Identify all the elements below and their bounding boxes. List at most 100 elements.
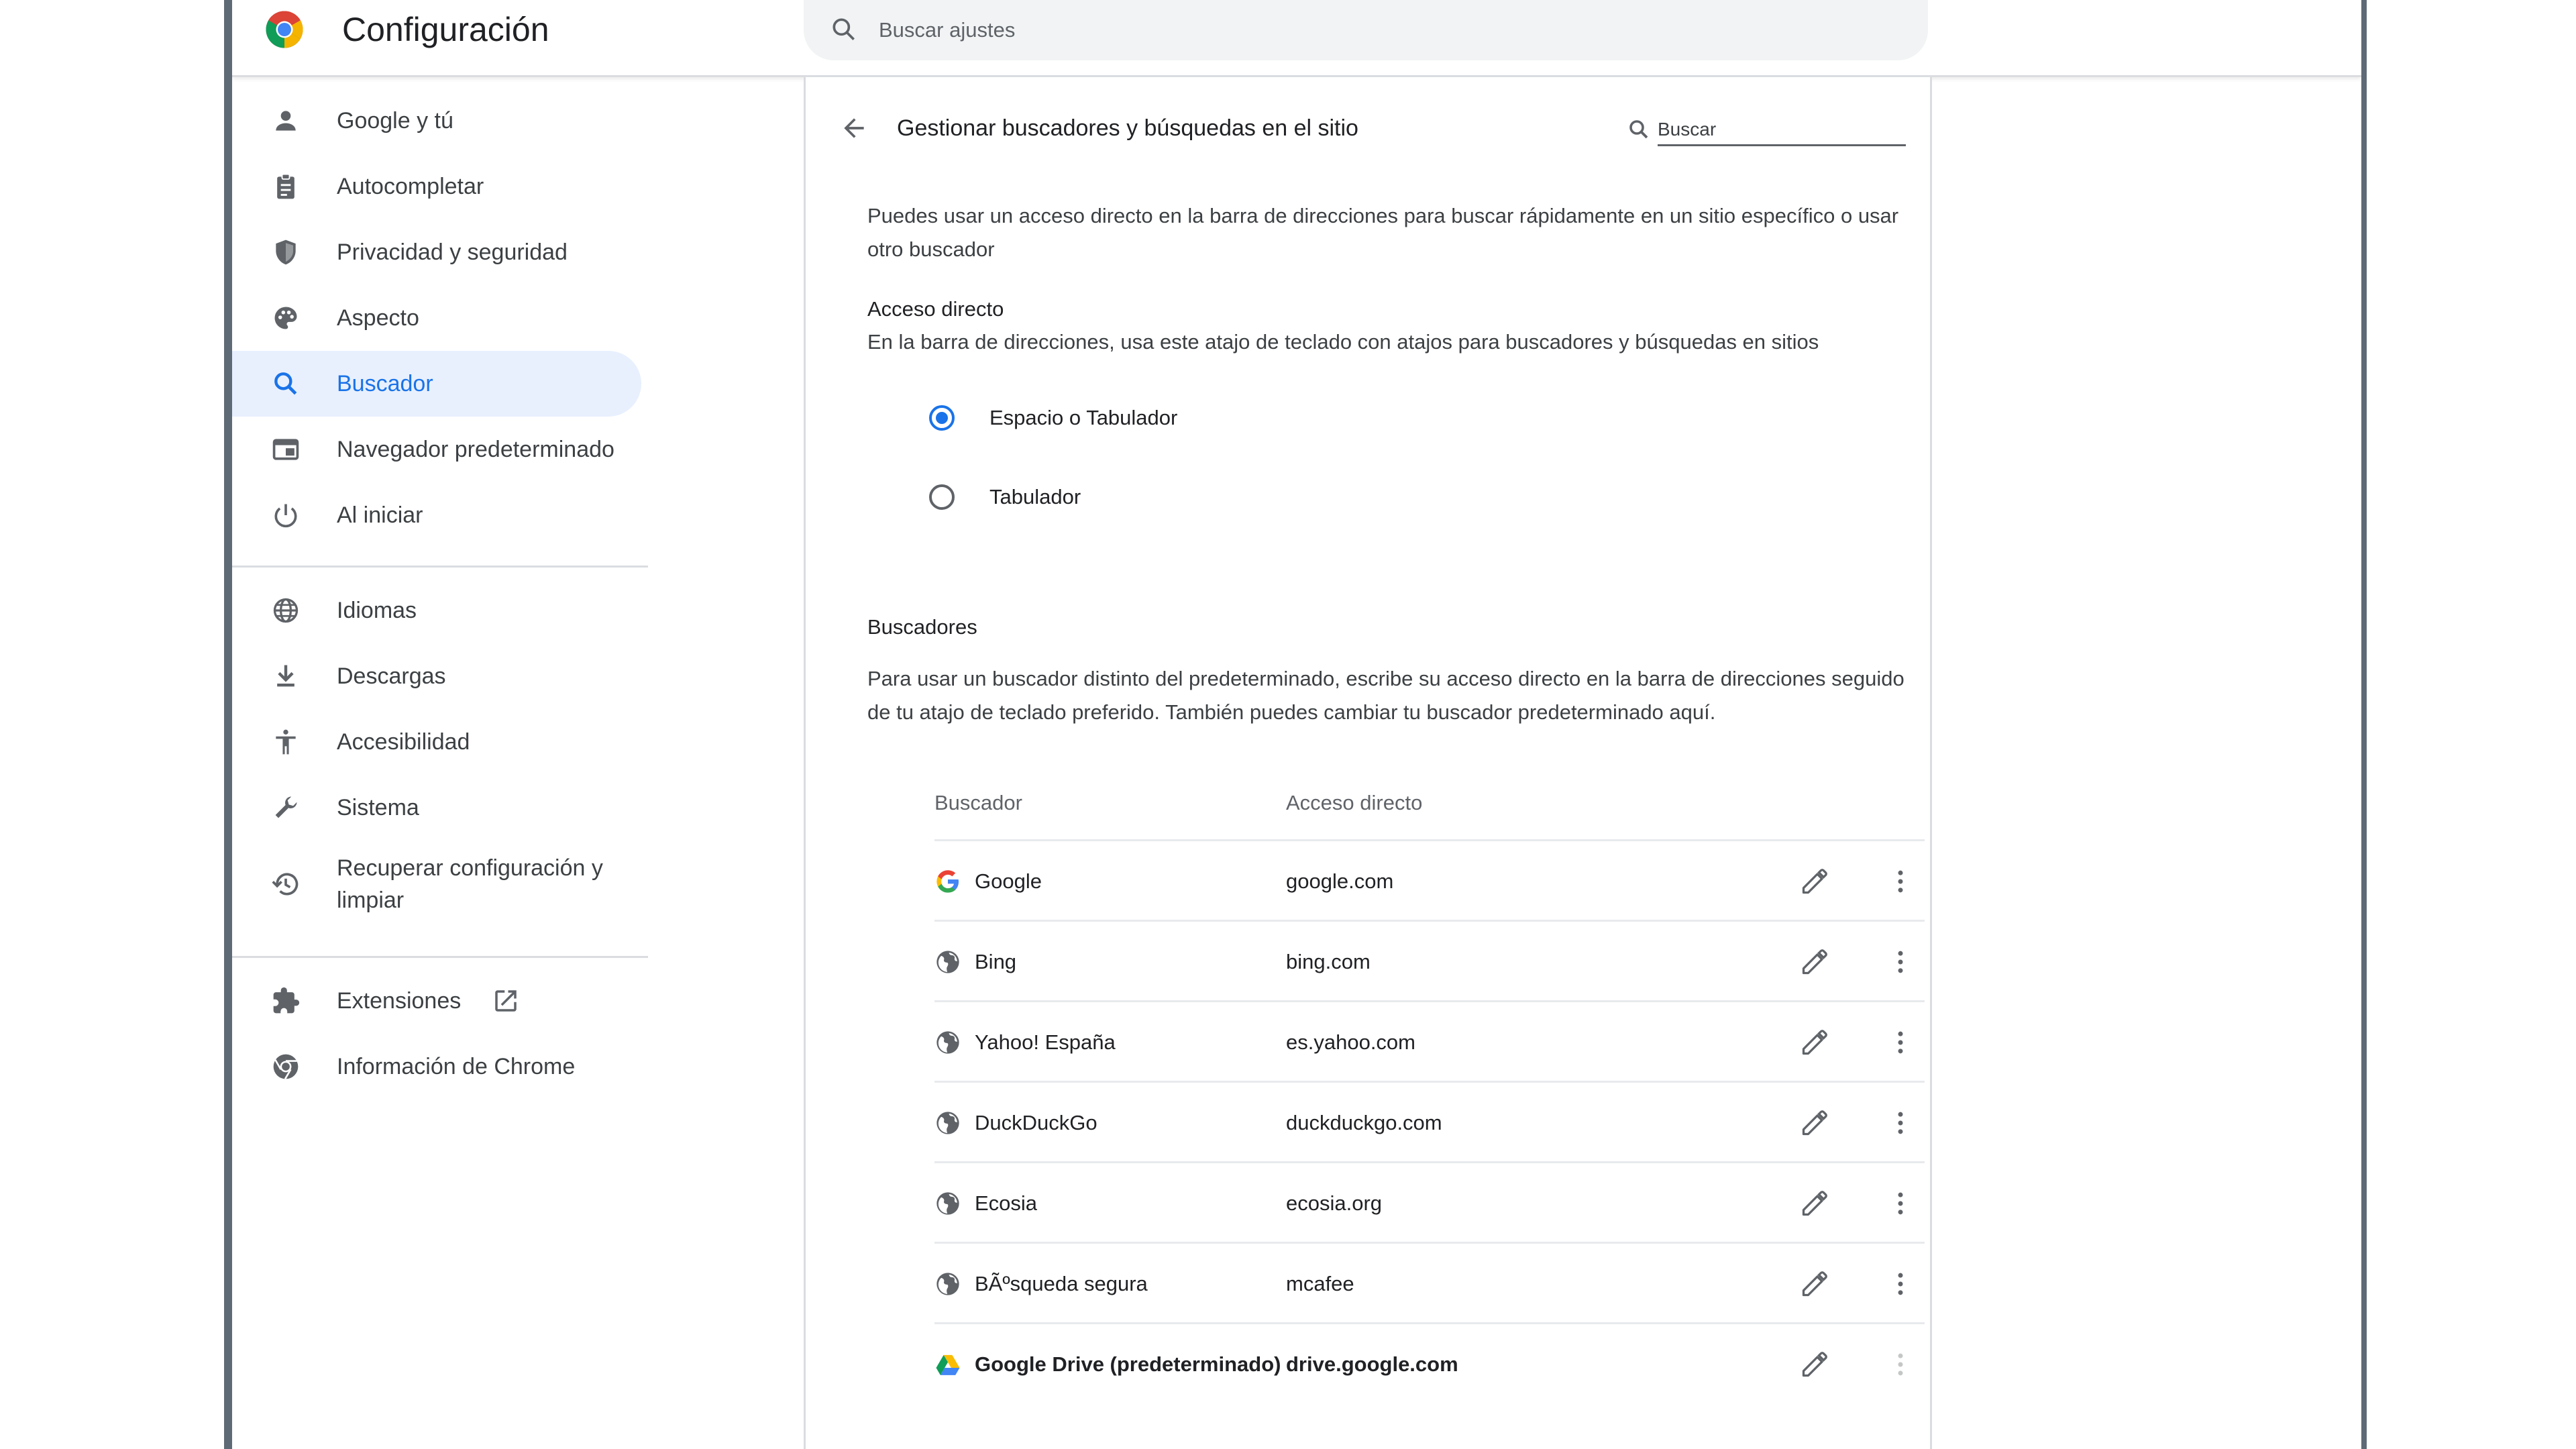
sidebar: Google y tú Autocompletar Privacidad y s… (232, 77, 648, 1449)
edit-button[interactable] (1796, 863, 1833, 900)
shortcut-description: En la barra de direcciones, usa este ata… (867, 330, 1819, 354)
sidebar-item-descargas[interactable]: Descargas (232, 643, 641, 709)
google-drive-icon (936, 1354, 960, 1375)
sidebar-item-label: Recuperar configuración y limpiar (337, 855, 603, 913)
more-options-button-disabled (1882, 1346, 1919, 1383)
table-row: Ecosia ecosia.org (934, 1161, 1925, 1244)
pencil-icon (1802, 1352, 1827, 1377)
sidebar-item-label: Privacidad y seguridad (337, 239, 568, 265)
more-vert-icon (1898, 1031, 1903, 1054)
restore-icon (270, 868, 302, 900)
sidebar-item-privacidad[interactable]: Privacidad y seguridad (232, 219, 641, 285)
sidebar-item-label: Descargas (337, 663, 446, 689)
sidebar-item-label: Navegador predeterminado (337, 437, 614, 462)
sidebar-item-sistema[interactable]: Sistema (232, 775, 641, 841)
subpage-search[interactable] (1627, 104, 1909, 154)
shortcut-title: Acceso directo (867, 297, 1004, 321)
sidebar-item-buscador[interactable]: Buscador (232, 351, 641, 417)
edit-button[interactable] (1796, 1185, 1833, 1222)
subpage-search-input[interactable] (1658, 115, 1906, 146)
search-icon (270, 368, 302, 400)
power-icon (270, 499, 302, 531)
table-row: BÃºsqueda segura mcafee (934, 1242, 1925, 1324)
radio-button-unchecked[interactable] (929, 484, 955, 510)
more-options-button[interactable] (1882, 1104, 1919, 1142)
sidebar-item-label: Información de Chrome (337, 1054, 576, 1079)
pencil-icon (1802, 949, 1827, 975)
edit-button[interactable] (1796, 943, 1833, 981)
sidebar-item-aspecto[interactable]: Aspecto (232, 285, 641, 351)
table-row: Google google.com (934, 839, 1925, 922)
edit-button[interactable] (1796, 1265, 1833, 1303)
more-options-button[interactable] (1882, 943, 1919, 981)
engine-name: Ecosia (975, 1191, 1038, 1215)
shield-icon (270, 236, 302, 268)
table-row-default: Google Drive (predeterminado) drive.goog… (934, 1322, 1925, 1405)
sidebar-item-accesibilidad[interactable]: Accesibilidad (232, 709, 641, 775)
engine-name: DuckDuckGo (975, 1111, 1097, 1134)
sidebar-item-idiomas[interactable]: Idiomas (232, 578, 641, 643)
sidebar-item-recuperar[interactable]: Recuperar configuración y limpiar (232, 841, 641, 928)
back-button[interactable] (833, 107, 875, 150)
intro-text: Puedes usar un acceso directo en la barr… (867, 204, 1899, 261)
engine-shortcut: duckduckgo.com (1286, 1111, 1442, 1134)
sidebar-item-label: Extensiones (337, 988, 462, 1014)
edit-button[interactable] (1796, 1024, 1833, 1061)
edit-button[interactable] (1796, 1104, 1833, 1142)
engine-shortcut: es.yahoo.com (1286, 1030, 1415, 1054)
globe-icon (936, 1031, 959, 1054)
column-header-acceso-directo: Acceso directo (1286, 791, 1423, 814)
more-vert-icon (1898, 1192, 1903, 1215)
settings-search-box[interactable] (804, 0, 1928, 60)
wrench-icon (270, 792, 302, 824)
globe-icon (936, 1112, 959, 1134)
more-vert-icon (1898, 1353, 1903, 1376)
engine-name: Yahoo! España (975, 1030, 1116, 1054)
table-row: Yahoo! España es.yahoo.com (934, 1000, 1925, 1083)
pencil-icon (1802, 869, 1827, 894)
sidebar-item-label: Buscador (337, 371, 433, 396)
pencil-icon (1802, 1271, 1827, 1297)
sidebar-item-navegador-predeterminado[interactable]: Navegador predeterminado (232, 417, 641, 482)
radio-button-checked[interactable] (929, 405, 955, 431)
more-options-button[interactable] (1882, 863, 1919, 900)
radio-label: Espacio o Tabulador (989, 406, 1178, 429)
settings-search-input[interactable] (877, 12, 1886, 48)
engines-description: Para usar un buscador distinto del prede… (867, 667, 1904, 724)
more-options-button[interactable] (1882, 1265, 1919, 1303)
more-vert-icon (1898, 1112, 1903, 1134)
sidebar-item-autocompletar[interactable]: Autocompletar (232, 154, 641, 219)
settings-header: Configuración (232, 0, 2361, 77)
sidebar-item-label: Autocompletar (337, 174, 484, 199)
download-icon (270, 660, 302, 692)
more-options-button[interactable] (1882, 1185, 1919, 1222)
window-border-left (224, 0, 232, 1449)
search-engines-card: Gestionar buscadores y búsquedas en el s… (804, 77, 1932, 1449)
engine-name: Google Drive (predeterminado) (975, 1352, 1281, 1376)
edit-button[interactable] (1796, 1346, 1833, 1383)
engine-shortcut: mcafee (1286, 1272, 1354, 1295)
engine-shortcut: ecosia.org (1286, 1191, 1383, 1215)
sidebar-item-label: Idiomas (337, 598, 417, 623)
arrow-back-icon (844, 118, 864, 138)
chrome-logo-icon (266, 11, 303, 48)
sidebar-item-label: Aspecto (337, 305, 419, 331)
radio-espacio-tabulador[interactable]: Espacio o Tabulador (929, 391, 1177, 445)
search-icon (833, 18, 855, 40)
sidebar-item-al-iniciar[interactable]: Al iniciar (232, 482, 641, 548)
chrome-icon (270, 1051, 302, 1083)
window-border-right (2361, 0, 2367, 1449)
radio-tabulador[interactable]: Tabulador (929, 470, 1081, 524)
sidebar-item-google-y-tu[interactable]: Google y tú (232, 88, 641, 154)
table-row: DuckDuckGo duckduckgo.com (934, 1081, 1925, 1163)
engine-shortcut: google.com (1286, 869, 1394, 893)
more-options-button[interactable] (1882, 1024, 1919, 1061)
palette-icon (270, 302, 302, 334)
more-vert-icon (1898, 951, 1903, 973)
globe-icon (936, 951, 959, 973)
engine-name: BÃºsqueda segura (975, 1272, 1148, 1295)
sidebar-item-extensiones[interactable]: Extensiones (232, 968, 641, 1034)
pencil-icon (1802, 1191, 1827, 1216)
sidebar-item-informacion-chrome[interactable]: Información de Chrome (232, 1034, 641, 1099)
engine-name: Bing (975, 950, 1017, 973)
